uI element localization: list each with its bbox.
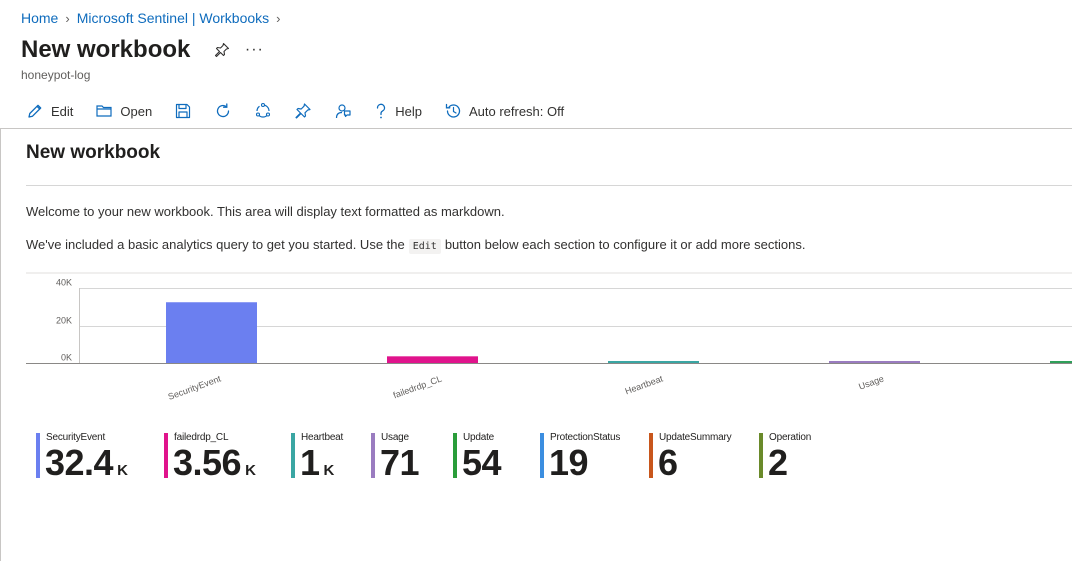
tile-value: 1K: [300, 445, 334, 489]
bar-chart: 40K 20K 0K SecurityEvent failedrdp_CL Heartbe…: [26, 272, 1072, 412]
tile-color-bar: [453, 433, 457, 478]
edit-label: Edit: [51, 103, 74, 119]
y-tick-label: 0K: [61, 353, 72, 363]
tile-value: 19: [549, 442, 589, 483]
tile-value: 71: [380, 442, 420, 483]
refresh-icon: [217, 103, 230, 118]
tile-value-number: 1: [300, 442, 320, 483]
workbook-heading: New workbook: [26, 142, 161, 163]
feedback-icon: [336, 104, 351, 119]
chevron-right-icon: ›: [65, 10, 70, 26]
help-icon: [377, 103, 386, 119]
bar-failedrdp_CL[interactable]: [387, 356, 478, 363]
tile-value: 6: [658, 445, 678, 481]
toolbar-divider: [0, 128, 1072, 129]
tile-value: 32.4 K: [45, 442, 128, 489]
pin-toolbar-button[interactable]: [294, 102, 312, 120]
resource-subtitle: honeypot-log: [21, 68, 91, 82]
tile-value-number: 54: [462, 442, 502, 483]
x-tick-label: Usage: [857, 373, 885, 391]
markdown-text-instructions: We've included a basic analytics query t…: [26, 237, 806, 254]
pin-icon: [295, 103, 311, 119]
open-label: Open: [120, 103, 153, 119]
tile-value-unit: K: [117, 462, 128, 479]
instructions-text-before: We've included a basic analytics query t…: [26, 237, 405, 252]
x-tick-label: failedrdp_CL: [392, 373, 443, 400]
share-button[interactable]: [254, 102, 272, 120]
bar-SecurityEvent[interactable]: [166, 302, 257, 363]
help-label: Help: [395, 103, 422, 119]
bar-Usage[interactable]: [829, 361, 920, 363]
tile-value: 2: [768, 445, 788, 481]
tile-value: 3.56 K: [173, 442, 256, 489]
heading-divider: [26, 185, 1072, 186]
tile-color-bar: [291, 433, 295, 478]
x-tick-label: SecurityEvent: [167, 373, 223, 402]
help-button[interactable]: Help: [374, 102, 422, 120]
tile-value-number: 71: [380, 442, 420, 483]
breadcrumb-sentinel-link[interactable]: Microsoft Sentinel | Workbooks: [77, 10, 269, 26]
tile-value-number: 3.56: [173, 442, 242, 483]
tile-value: 54: [462, 442, 502, 483]
bar-chart-svg: 40K 20K 0K SecurityEvent failedrdp_CL Heartbe…: [26, 272, 1072, 402]
instructions-text-after: button below each section to configure i…: [444, 237, 806, 252]
open-button[interactable]: Open: [95, 102, 152, 120]
tile-value-unit: K: [323, 462, 335, 479]
tile-color-bar: [164, 433, 168, 478]
tile-color-bar: [36, 433, 40, 478]
tile-color-bar: [649, 433, 653, 478]
edit-button[interactable]: Edit: [26, 102, 73, 120]
auto-refresh-label: Auto refresh: Off: [468, 103, 565, 119]
tile-value-number: 19: [549, 442, 589, 483]
more-options-button[interactable]: ···: [244, 40, 264, 60]
content-left-border: [0, 128, 1, 561]
bar-Heartbeat[interactable]: [608, 361, 699, 363]
refresh-button[interactable]: [214, 102, 232, 120]
auto-refresh-icon: [445, 103, 461, 118]
command-bar: Edit Open Help Auto refresh: Off: [26, 100, 586, 122]
pin-button[interactable]: [212, 40, 232, 60]
tile-value-number: 6: [658, 442, 678, 483]
save-button[interactable]: [174, 102, 192, 120]
inline-code-edit: Edit: [408, 239, 441, 254]
markdown-text-welcome: Welcome to your new workbook. This area …: [26, 204, 505, 219]
x-tick-label: Heartbeat: [624, 373, 665, 396]
breadcrumb: Home › Microsoft Sentinel | Workbooks ›: [21, 10, 288, 26]
y-tick-label: 40K: [56, 278, 72, 288]
page-title: New workbook: [21, 36, 191, 63]
feedback-button[interactable]: [334, 102, 352, 120]
pin-icon: [215, 42, 230, 58]
breadcrumb-home-link[interactable]: Home: [21, 10, 58, 26]
bar-Ur[interactable]: [1050, 361, 1072, 363]
tile-color-bar: [759, 433, 763, 478]
edit-icon: [28, 104, 42, 118]
tile-value-unit: K: [245, 462, 256, 479]
y-tick-label: 20K: [56, 316, 72, 326]
title-row: New workbook ···: [21, 36, 264, 64]
save-icon: [176, 103, 191, 119]
chevron-right-icon: ›: [276, 10, 281, 26]
tile-value-number: 2: [768, 442, 788, 483]
tile-color-bar: [371, 433, 375, 478]
auto-refresh-button[interactable]: Auto refresh: Off: [444, 102, 564, 120]
tile-value-number: 32.4: [45, 442, 114, 483]
tile-color-bar: [540, 433, 544, 478]
open-icon: [96, 105, 113, 117]
share-icon: [256, 102, 271, 118]
